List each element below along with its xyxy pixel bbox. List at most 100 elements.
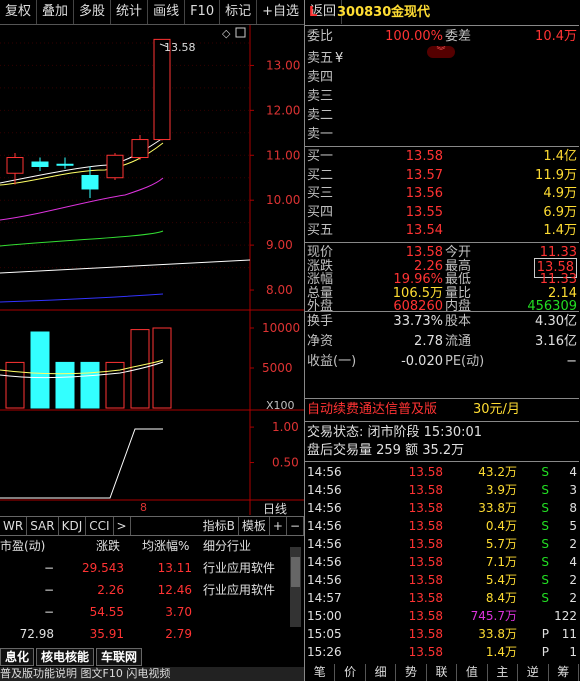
tick-side: P [541,645,549,659]
detail-tab-0[interactable]: 笔 [305,664,336,681]
bid-row[interactable]: 买四 13.55 6.9万 [305,204,579,222]
cell-chg: 54.55 [89,605,124,619]
tick-row: 14:56 13.58 3.9万 S 3 [305,481,579,499]
indicator-tab-5[interactable]: 指标B [200,517,239,535]
table-row[interactable]: 72.98 35.91 2.79 [0,623,290,645]
cell-pe: − [43,605,54,619]
period-label[interactable]: 日线 [263,500,287,517]
bid-row[interactable]: 买一 13.58 1.4亿 [305,148,579,166]
detail-tab-6[interactable]: 主 [488,664,519,681]
volume-bar [152,327,172,409]
tick-count: 3 [569,483,577,497]
chart-toolbar: 复权 叠加 多股 统计 画线 F10 标记 +自选 返回 [0,0,343,25]
ask-row[interactable]: 卖五 ¥ [305,50,579,68]
toolbar-btn-3[interactable]: 统计 [111,0,149,24]
diamond-icon: ◇ [222,27,231,40]
table-row[interactable]: − 2.26 12.46 行业应用软件 [0,579,290,601]
cell-pe: 72.98 [19,627,54,641]
stat-value: -0.020 [401,354,443,369]
header-industry: 细分行业 [203,539,252,553]
ma-line-white [0,259,251,274]
bid-volume: 11.9万 [535,167,577,183]
tick-side: S [541,555,549,569]
scrollbar-thumb[interactable] [291,557,300,587]
tick-price: 13.58 [408,609,443,623]
tick-volume: 0.4万 [485,519,517,533]
volume-bar [5,361,25,409]
promo-banner[interactable]: 自动续费通达信普及版 30元/月 [305,401,579,419]
header-chg: 涨跌 [96,539,121,553]
after-hours-text: 盘后交易量 259 额 35.2万 [307,443,465,458]
tick-time: 15:00 [307,609,342,623]
ask-label: 卖三 [307,89,334,104]
indicator-tab-2[interactable]: KDJ [59,517,87,535]
weibi-row: 委比 100.00% 委差 10.4万 [305,28,579,46]
ask-price: ¥ [335,51,344,66]
detail-tab-5[interactable]: 值 [457,664,488,681]
tick-time: 14:56 [307,537,342,551]
table-row[interactable]: − 54.55 3.70 [0,601,290,623]
sector-tab-0[interactable]: 息化 [0,648,35,666]
promo-price[interactable]: 30元/月 [473,401,520,419]
lower-tick-label: 1.00 [272,420,299,434]
bid-label: 买二 [307,167,334,183]
indicator-tab-1[interactable]: SAR [27,517,59,535]
tick-count: 1 [569,645,577,659]
table-scrollbar[interactable] [290,547,301,627]
stock-code: 300830 [337,5,392,20]
tick-row: 14:56 13.58 43.2万 S 4 [305,463,579,481]
tick-time: 14:57 [307,591,342,605]
detail-tab-3[interactable]: 势 [396,664,427,681]
tick-row: 14:57 13.58 8.4万 S 2 [305,589,579,607]
tick-count: 8 [569,501,577,515]
toolbar-btn-5[interactable]: F10 [185,0,221,24]
sector-tab-2[interactable]: 车联网 [96,648,143,666]
lower-indicator-line [0,428,163,499]
indicator-tab-0[interactable]: WR [0,517,28,535]
ask-row[interactable]: 卖二 [305,107,579,125]
indicator-tab-7[interactable]: + [270,517,287,535]
indicator-tab-6[interactable]: 模板 [239,517,270,535]
price-tick-label: 11.00 [266,148,300,162]
candle-body [131,139,149,159]
sector-tab-1[interactable]: 核电核能 [36,648,95,666]
toolbar-btn-1[interactable]: 叠加 [37,0,75,24]
detail-tab-1[interactable]: 价 [335,664,366,681]
bid-row[interactable]: 买三 13.56 4.9万 [305,185,579,203]
detail-tab-2[interactable]: 细 [366,664,397,681]
bid-price: 13.57 [405,167,443,183]
kline-chart[interactable]: 13.00 12.00 11.00 10.00 9.00 8.00 ◇ 10000 5000 1.… [0,25,304,517]
bid-volume: 6.9万 [543,204,577,220]
volume-bar [80,361,100,409]
bid-volume: 1.4万 [543,223,577,239]
tick-side: P [541,627,549,641]
toolbar-btn-7[interactable]: +自选 [257,0,306,24]
quote-panel: L 300830 金现代 委比 100.00% 委差 10.4万 ︾ 卖五 ¥ 卖四… [304,0,580,681]
tick-price: 13.58 [408,591,443,605]
indicator-tab-8[interactable]: − [287,517,304,535]
indicator-tab-3[interactable]: CCI [86,517,114,535]
stat-label: 流通 [445,334,472,349]
bid-row[interactable]: 买五 13.54 1.4万 [305,222,579,240]
ask-row[interactable]: 卖三 [305,88,579,106]
stat-value: 3.16亿 [535,334,577,349]
volume-tick-label: 10000 [262,321,300,335]
price-tick-label: 8.00 [266,283,293,297]
price-tick-label: 9.00 [266,238,293,252]
detail-tab-4[interactable]: 联 [427,664,458,681]
table-row[interactable]: − 29.543 13.11 行业应用软件 [0,557,290,579]
toolbar-btn-0[interactable]: 复权 [0,0,38,24]
toolbar-btn-6[interactable]: 标记 [220,0,258,24]
detail-tab-7[interactable]: 逆 [518,664,549,681]
fund-stat-row: 净资 2.78 流通 3.16亿 [305,333,579,351]
promo-text[interactable]: 自动续费通达信普及版 [307,401,437,419]
ask-row[interactable]: 卖一 [305,126,579,144]
tick-price: 13.58 [408,537,443,551]
ask-row[interactable]: 卖四 [305,69,579,87]
detail-tab-8[interactable]: 筹 [549,664,579,681]
bid-row[interactable]: 买二 13.57 11.9万 [305,167,579,185]
toolbar-btn-4[interactable]: 画线 [148,0,186,24]
tick-time: 14:56 [307,573,342,587]
toolbar-btn-2[interactable]: 多股 [74,0,112,24]
indicator-tab-4[interactable]: > [114,517,131,535]
